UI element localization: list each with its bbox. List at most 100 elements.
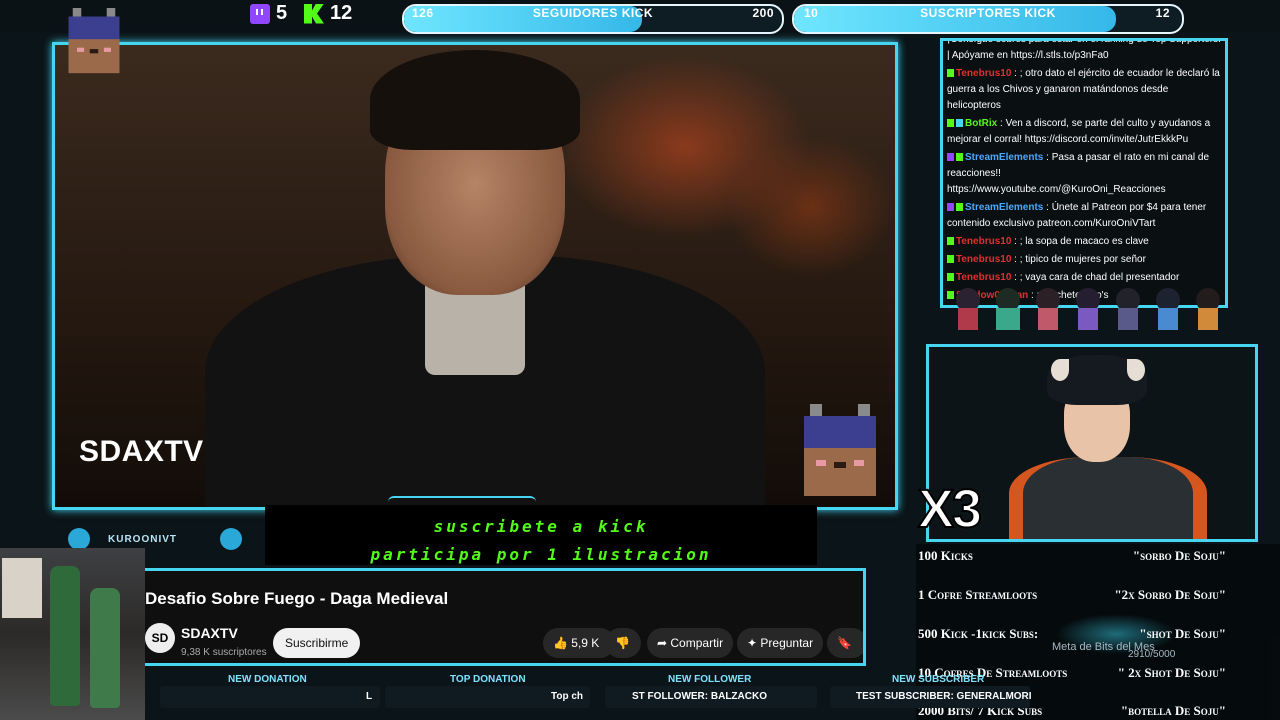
chat-message-text: ¡Consígue sobres para estar en el rankin… xyxy=(947,38,1221,61)
chat-username[interactable]: StreamElements xyxy=(965,202,1043,213)
sparkle-icon: ✦ xyxy=(747,636,761,650)
mod-badge-icon xyxy=(956,203,963,212)
chat-message: StreamElements : Pasa a pasar el rato en… xyxy=(943,149,1225,199)
chat-message: StreamElements : Únete al Patreon por $4… xyxy=(943,199,1225,233)
chat-message: Tenebrus10 : ; otro dato el ejército de … xyxy=(943,65,1225,115)
kick-badge-icon xyxy=(947,119,954,128)
share-label: Compartir xyxy=(670,636,724,650)
followers-goal-target: 200 xyxy=(752,6,774,20)
channel-avatar[interactable]: SD xyxy=(145,623,175,653)
chat-messages: ¡Consígue sobres para estar en el rankin… xyxy=(943,38,1225,305)
share-icon: ➦ xyxy=(657,636,671,650)
save-button[interactable]: 🔖 xyxy=(827,628,863,658)
new-follower-ticker: NEW FOLLOWER ST FOLLOWER: BALZACKO xyxy=(605,674,825,710)
chat-username[interactable]: Tenebrus10 xyxy=(956,236,1011,247)
ticker-box: L xyxy=(160,686,380,708)
kick-icon xyxy=(304,3,324,24)
top-donation-ticker: TOP DONATION Top ch xyxy=(385,674,595,710)
chat-message: ¡Consígue sobres para estar en el rankin… xyxy=(943,38,1225,65)
share-button[interactable]: ➦ Compartir xyxy=(647,628,734,658)
subs-goal-target: 12 xyxy=(1155,6,1170,20)
ticker-title: NEW DONATION xyxy=(228,674,307,685)
chat-message-text: : ; la sopa de macaco es clave xyxy=(1011,236,1149,247)
twitch-count-stat: 5 xyxy=(250,2,287,25)
ticker-box: Top ch xyxy=(385,686,590,708)
ticker-title: TOP DONATION xyxy=(450,674,526,685)
twitter-icon[interactable] xyxy=(220,528,242,550)
like-count: 5,9 K xyxy=(571,636,600,650)
chibi-character-icon xyxy=(956,288,980,330)
new-subscriber-ticker: NEW SUBSCRIBER TEST SUBSCRIBER: GENERALM… xyxy=(830,674,1040,710)
chat-username[interactable]: Tenebrus10 xyxy=(956,68,1011,79)
reward-prize: "botella De Soju" xyxy=(1120,703,1226,718)
subscriber-count: 9,38 K suscriptores xyxy=(181,647,267,658)
subscribe-button[interactable]: Suscribirme xyxy=(273,628,361,658)
video-watermark: SDAXTV xyxy=(79,435,204,468)
banner-line-2: participa por 1 ilustracion xyxy=(370,545,712,564)
ask-button[interactable]: ✦ Preguntar xyxy=(737,628,824,658)
twitch-count: 5 xyxy=(276,2,288,24)
chat-panel[interactable]: ¡Consígue sobres para estar en el rankin… xyxy=(940,38,1228,308)
figure-box xyxy=(2,558,42,618)
dislike-button[interactable]: 👎 xyxy=(605,628,641,658)
chibi-character-icon xyxy=(1156,288,1180,330)
chat-username[interactable]: StreamElements xyxy=(965,152,1043,163)
followers-goal-label: SEGUIDORES KICK xyxy=(532,6,654,20)
pixel-mascot-icon xyxy=(68,8,120,74)
youtube-video-card: Desafio Sobre Fuego - Daga Medieval SD S… xyxy=(145,568,866,666)
person-hair xyxy=(370,50,580,150)
reward-prize: "sorbo De Soju" xyxy=(1132,548,1226,563)
chibi-character-icon xyxy=(1076,288,1100,330)
reward-prize: "shot De Soju" xyxy=(1139,626,1226,641)
ticker-value: L xyxy=(366,691,373,702)
banner-line-1: suscribete a kick xyxy=(433,517,649,536)
twitch-badge-icon xyxy=(947,153,954,162)
kick-badge-icon xyxy=(947,237,954,246)
kick-badge-icon xyxy=(947,69,954,78)
chibi-character-icon xyxy=(1036,288,1060,330)
desk-camera-scene xyxy=(0,548,145,720)
chibi-character-icon xyxy=(996,288,1020,330)
video-title[interactable]: Desafio Sobre Fuego - Daga Medieval xyxy=(145,589,448,609)
twitch-icon xyxy=(250,3,270,24)
chat-message: BotRix : Ven a discord, se parte del cul… xyxy=(943,115,1225,149)
chibi-characters-row xyxy=(956,288,1220,330)
avatar-horn-icon xyxy=(1127,359,1145,381)
chat-message: Tenebrus10 : ; la sopa de macaco es clav… xyxy=(943,233,1225,251)
mod-badge-icon xyxy=(956,153,963,162)
chibi-character-icon xyxy=(1196,288,1220,330)
channel-name[interactable]: SDAXTV xyxy=(181,625,238,641)
twitch-badge-icon xyxy=(947,203,954,212)
ticker-value: ST FOLLOWER: BALZACKO xyxy=(632,691,767,702)
ticker-value: Top ch xyxy=(551,691,584,702)
soju-bottle xyxy=(50,566,80,706)
multiplier-label: X3 xyxy=(917,478,983,540)
subs-goal-label: SUSCRIPTORES KICK xyxy=(920,6,1056,20)
ticker-box: ST FOLLOWER: BALZACKO xyxy=(605,686,817,708)
avatar-horn-icon xyxy=(1051,359,1069,381)
subs-goal-bar: 10 SUSCRIPTORES KICK 12 xyxy=(792,4,1184,34)
ticker-box: TEST SUBSCRIBER: GENERALMORI xyxy=(830,686,1032,708)
kick-count: 12 xyxy=(330,2,353,24)
video-player[interactable]: SDAXTV xyxy=(52,42,898,510)
thumbs-down-icon: 👎 xyxy=(615,636,630,650)
ticker-title: NEW SUBSCRIBER xyxy=(892,674,985,685)
ticker-title: NEW FOLLOWER xyxy=(668,674,752,685)
facebook-icon[interactable] xyxy=(68,528,90,550)
chat-username[interactable]: Tenebrus10 xyxy=(956,254,1011,265)
ticker-value: TEST SUBSCRIBER: GENERALMORI xyxy=(856,691,1032,702)
bits-goal-value: 2910/5000 xyxy=(1128,649,1176,660)
bot-badge-icon xyxy=(956,119,963,128)
reward-prize: "2x Sorbo De Soju" xyxy=(1114,587,1226,602)
bookmark-icon: 🔖 xyxy=(837,636,852,650)
kick-badge-icon xyxy=(947,255,954,264)
pixel-mascot-icon xyxy=(804,404,876,496)
new-donation-ticker: NEW DONATION L xyxy=(160,674,390,710)
chat-username[interactable]: BotRix xyxy=(965,118,997,129)
chibi-character-icon xyxy=(1116,288,1140,330)
kick-promo-banner: suscribete a kick participa por 1 ilustr… xyxy=(265,505,817,565)
avatar-jacket xyxy=(1009,457,1207,539)
followers-goal-bar: 126 SEGUIDORES KICK 200 xyxy=(402,4,784,34)
kick-count-stat: 12 xyxy=(304,2,352,25)
chat-message: Tenebrus10 : ; tipico de mujeres por señ… xyxy=(943,251,1225,269)
